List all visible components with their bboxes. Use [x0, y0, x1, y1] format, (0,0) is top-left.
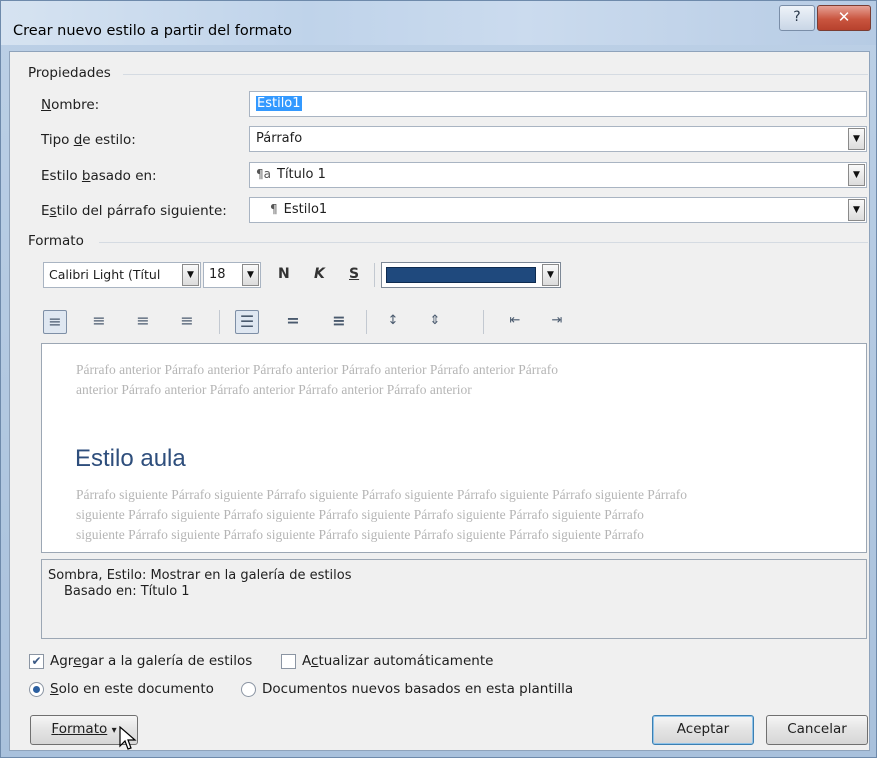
only-this-document-label: Solo en este documento	[50, 681, 214, 697]
linked-style-icon: ¶a	[256, 167, 271, 181]
single-spacing-button[interactable]: ☰	[235, 310, 259, 334]
align-left-icon: ≡	[48, 312, 62, 331]
next-paragraph-label: Estilo del párrafo siguiente:	[41, 203, 227, 219]
one-half-spacing-icon: =	[286, 311, 300, 330]
align-center-button[interactable]: ≡	[87, 310, 111, 334]
title-bar[interactable]: Crear nuevo estilo a partir del formato …	[1, 1, 876, 45]
format-divider	[99, 242, 868, 243]
ok-button[interactable]: Aceptar	[652, 715, 754, 745]
chevron-down-icon: ▼	[853, 134, 860, 144]
auto-update-checkbox[interactable]	[281, 654, 296, 669]
next-paragraph-line: Párrafo siguiente Párrafo siguiente Párr…	[76, 487, 688, 502]
font-size-select[interactable]: 18 ▼	[203, 262, 261, 288]
increase-paragraph-spacing-button[interactable]: ↕	[381, 310, 405, 334]
justify-icon: ≡	[180, 311, 194, 330]
mouse-cursor-icon	[119, 726, 137, 750]
previous-paragraph-line: Párrafo anterior Párrafo anterior Párraf…	[76, 362, 559, 377]
next-paragraph-dropdown-button[interactable]: ▼	[848, 199, 865, 221]
indent-icon: ⇥	[551, 313, 563, 328]
next-paragraph-line: siguiente Párrafo siguiente Párrafo sigu…	[76, 507, 644, 522]
add-to-gallery-checkbox[interactable]: ✔	[29, 654, 44, 669]
dialog-window: Crear nuevo estilo a partir del formato …	[0, 0, 877, 758]
question-mark-icon: ?	[793, 9, 801, 25]
bold-button[interactable]: N	[278, 266, 290, 282]
chevron-down-icon: ▼	[853, 205, 860, 215]
italic-button[interactable]: K	[314, 266, 325, 282]
one-half-spacing-button[interactable]: =	[281, 310, 305, 334]
checkmark-icon: ✔	[31, 654, 42, 668]
properties-group-title: Propiedades	[28, 65, 111, 81]
name-label: Nombre:	[41, 97, 100, 113]
toolbar-separator	[366, 310, 367, 334]
chevron-down-icon: ▼	[853, 170, 860, 180]
auto-update-label: Actualizar automáticamente	[302, 653, 494, 669]
name-input[interactable]: Estilo1	[249, 91, 867, 117]
chevron-down-icon: ▼	[187, 270, 194, 280]
underline-button[interactable]: S	[349, 266, 359, 282]
justify-button[interactable]: ≡	[175, 310, 199, 334]
font-name-dropdown-button[interactable]: ▼	[182, 264, 199, 286]
double-spacing-icon: ≡	[332, 311, 346, 330]
chevron-down-icon: ▾	[111, 725, 117, 736]
window-title: Crear nuevo estilo a partir del formato	[13, 23, 293, 39]
font-size-value: 18	[209, 267, 226, 282]
decrease-paragraph-spacing-button[interactable]: ⇕	[423, 310, 447, 334]
single-spacing-icon: ☰	[239, 312, 255, 331]
align-left-button[interactable]: ≡	[43, 310, 67, 334]
font-color-dropdown-button[interactable]: ▼	[542, 264, 559, 286]
chevron-down-icon: ▼	[247, 270, 254, 280]
style-sample-text: Estilo aula	[75, 445, 186, 472]
based-on-label: Estilo basado en:	[41, 168, 157, 184]
font-size-dropdown-button[interactable]: ▼	[242, 264, 259, 286]
description-line: Basado en: Título 1	[64, 584, 190, 599]
style-type-label: Tipo de estilo:	[41, 132, 136, 148]
next-paragraph-value: Estilo1	[283, 202, 328, 217]
toolbar-separator	[219, 310, 220, 334]
close-button[interactable]: ✕	[817, 5, 871, 31]
spacing-up-icon: ↕	[387, 313, 399, 328]
based-on-value: Título 1	[277, 167, 326, 182]
spacing-down-icon: ⇕	[429, 313, 441, 328]
font-color-select[interactable]: ▼	[381, 262, 561, 288]
name-input-value: Estilo1	[256, 96, 302, 111]
next-paragraph-select[interactable]: ¶ Estilo1 ▼	[249, 197, 867, 223]
next-paragraph-line: siguiente Párrafo siguiente Párrafo sigu…	[76, 527, 644, 542]
new-documents-label: Documentos nuevos basados en esta planti…	[262, 681, 574, 697]
pilcrow-icon: ¶	[270, 202, 278, 216]
increase-indent-button[interactable]: ⇥	[545, 310, 569, 334]
properties-divider	[123, 74, 868, 75]
only-this-document-radio[interactable]	[29, 682, 44, 697]
add-to-gallery-label: Agregar a la galería de estilos	[50, 653, 253, 669]
previous-paragraph-line: anterior Párrafo anterior Párrafo anteri…	[76, 382, 472, 397]
cancel-button[interactable]: Cancelar	[766, 715, 868, 745]
style-type-dropdown-button[interactable]: ▼	[848, 128, 865, 150]
based-on-dropdown-button[interactable]: ▼	[848, 164, 865, 186]
double-spacing-button[interactable]: ≡	[327, 310, 351, 334]
align-right-button[interactable]: ≡	[131, 310, 155, 334]
description-line: Sombra, Estilo: Mostrar en la galería de…	[48, 568, 352, 583]
align-center-icon: ≡	[92, 311, 106, 330]
chevron-down-icon: ▼	[547, 270, 554, 280]
new-documents-radio[interactable]	[241, 682, 256, 697]
toolbar-separator	[483, 310, 484, 334]
format-group-title: Formato	[28, 233, 84, 249]
align-right-icon: ≡	[136, 311, 150, 330]
outdent-icon: ⇤	[509, 313, 521, 328]
decrease-indent-button[interactable]: ⇤	[503, 310, 527, 334]
font-color-swatch	[386, 267, 536, 283]
style-description: Sombra, Estilo: Mostrar en la galería de…	[41, 559, 867, 639]
style-preview: Párrafo anterior Párrafo anterior Párraf…	[41, 343, 867, 553]
help-button[interactable]: ?	[779, 5, 815, 31]
toolbar-separator	[374, 263, 375, 287]
font-name-value: Calibri Light (Títul	[49, 267, 161, 282]
radio-selected-dot	[33, 686, 40, 693]
font-name-select[interactable]: Calibri Light (Títul ▼	[43, 262, 201, 288]
style-type-select[interactable]: Párrafo ▼	[249, 126, 867, 152]
close-icon: ✕	[837, 8, 851, 26]
style-type-value: Párrafo	[256, 131, 303, 146]
based-on-select[interactable]: ¶a Título 1 ▼	[249, 162, 867, 188]
